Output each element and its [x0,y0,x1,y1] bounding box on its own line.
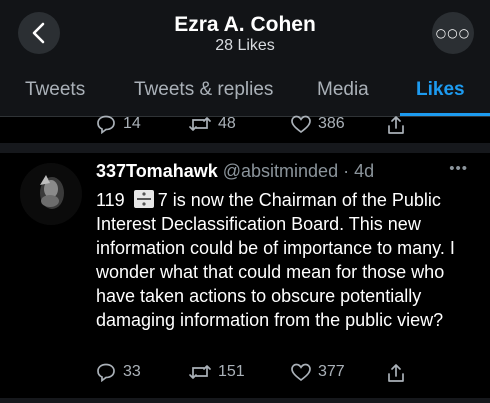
tweet-handle[interactable]: @absitminded [223,161,338,181]
reply-icon [97,363,115,382]
like-count: 377 [318,363,345,380]
more-dots-icon: ••• [449,160,468,177]
tab-tweets-and-replies[interactable]: Tweets & replies [134,79,273,101]
tweet-text-body: is now the Chairman of the Public Intere… [96,190,455,330]
tweet-time[interactable]: 4d [354,161,374,181]
share-icon [388,116,404,134]
tweet-author[interactable]: 337Tomahawk [96,161,218,181]
tweet-time-separator: · [338,161,355,181]
more-button[interactable]: ○○○ [432,12,474,54]
avatar[interactable] [20,163,82,225]
tweet-more-button[interactable]: ••• [449,160,468,177]
prev-retweet-button[interactable]: 48 [188,114,236,134]
profile-tabs: Tweets Tweets & replies Media Likes [0,62,490,117]
tweet-text-number: 7 [157,190,168,210]
prev-retweet-count: 48 [218,115,236,132]
avatar-image [20,163,82,225]
reply-button[interactable]: 33 [95,362,141,382]
prev-reply-count: 14 [123,115,141,132]
prev-like-count: 386 [318,115,345,132]
tweet-text: 119 7 is now the Chairman of the Public … [96,188,476,332]
prev-reply-button[interactable]: 14 [95,114,141,134]
retweet-icon [189,117,211,131]
like-icon [291,363,311,382]
share-icon [388,364,404,382]
prev-share-button[interactable] [386,114,406,136]
tab-likes[interactable]: Likes [416,79,465,101]
prev-tweet-actions: 14 48 386 [0,114,490,144]
profile-header: Ezra A. Cohen 28 Likes ○○○ [0,0,490,62]
page-title: Ezra A. Cohen [174,13,316,36]
retweet-count: 151 [218,363,245,380]
bottom-separator [0,398,490,403]
like-button[interactable]: 377 [290,362,345,382]
divide-icon [133,190,154,208]
like-icon [291,115,311,134]
tab-tweets[interactable]: Tweets [25,79,85,101]
more-icon: ○○○ [435,26,471,40]
tweet-separator [0,143,490,153]
share-button[interactable] [386,362,406,384]
tweet-header: 337Tomahawk @absitminded · 4d [96,161,374,182]
tweet-text-prefix: 119 [96,190,125,210]
likes-count: 28 Likes [215,37,275,54]
retweet-icon [189,365,211,379]
tweet-actions: 33 151 377 [0,362,490,392]
prev-like-button[interactable]: 386 [290,114,345,134]
reply-icon [97,115,115,134]
tab-media[interactable]: Media [317,79,369,101]
reply-count: 33 [123,363,141,380]
retweet-button[interactable]: 151 [188,362,245,382]
